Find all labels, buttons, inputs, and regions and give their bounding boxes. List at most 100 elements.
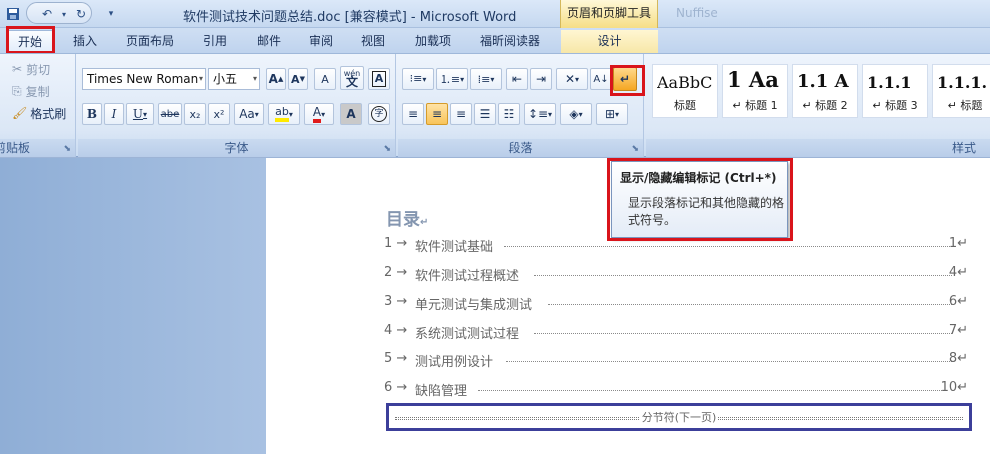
font-name-dropdown-icon[interactable]: ▾ xyxy=(199,69,203,89)
quick-access-buttons: ↶ ▾ ↻ ▾ xyxy=(4,3,120,25)
toc-entry[interactable]: 4 → 系统测试测试过程 7↵ xyxy=(384,323,968,343)
copy-button[interactable]: ⎘ 复制 xyxy=(12,80,72,102)
clipboard-label-text: 剪贴板 xyxy=(0,141,31,155)
character-border-button[interactable]: A xyxy=(368,68,390,90)
italic-button[interactable]: I xyxy=(104,103,124,125)
redo-icon[interactable]: ↻ xyxy=(72,5,90,23)
align-right-icon: ≡ xyxy=(455,107,467,121)
section-break-box[interactable]: 分节符(下一页) xyxy=(386,403,972,431)
font-size-value: 小五 xyxy=(213,72,238,86)
phonetic-guide-button[interactable]: wén 文 xyxy=(340,66,364,90)
clear-formatting-button[interactable]: A xyxy=(314,68,336,90)
tab-view[interactable]: 视图 xyxy=(350,30,396,53)
highlight-button[interactable]: ab ▾ xyxy=(268,103,300,125)
tab-review[interactable]: 审阅 xyxy=(298,30,344,53)
style-heading3-tile[interactable]: 1.1.1 ↵ 标题 3 xyxy=(862,64,928,118)
character-border-icon: A xyxy=(371,71,387,87)
tab-add-ins[interactable]: 加载项 xyxy=(404,30,462,53)
font-size-combo[interactable]: 小五 ▾ xyxy=(208,68,260,90)
align-center-button[interactable]: ≡ xyxy=(426,103,448,125)
shrink-font-button[interactable]: A ▼ xyxy=(288,68,308,90)
shading-button[interactable]: ◈ ▾ xyxy=(560,103,592,125)
style-sample: 1.1 A xyxy=(797,71,849,92)
distributed-icon: ☷ xyxy=(503,107,515,121)
ribbon-tab-row: 开始 插入 页面布局 引用 邮件 审阅 视图 加载项 福昕阅读器 设计 xyxy=(0,28,990,53)
numbering-button[interactable]: ⒈≡ ▾ xyxy=(436,68,468,90)
underline-button[interactable]: U ▾ xyxy=(126,103,154,125)
tab-design[interactable]: 设计 xyxy=(561,30,658,53)
style-heading1-tile[interactable]: 1 Aa ↵ 标题 1 xyxy=(722,64,788,118)
toc-leader xyxy=(478,390,944,391)
style-heading-tile[interactable]: 1.1.1. ↵ 标题 xyxy=(932,64,990,118)
chinese-layout-icon: ✕ xyxy=(564,72,576,86)
enclose-characters-button[interactable]: 字 xyxy=(368,103,390,125)
toc-leader xyxy=(506,361,952,362)
format-painter-button[interactable]: 🖌 格式刷 xyxy=(12,102,74,124)
tab-references[interactable]: 引用 xyxy=(192,30,238,53)
strikethrough-button[interactable]: abe xyxy=(158,103,182,125)
tab-foxit-reader[interactable]: 福昕阅读器 xyxy=(470,30,550,53)
tab-page-layout[interactable]: 页面布局 xyxy=(116,30,184,53)
change-case-icon: Aa xyxy=(239,107,255,121)
undo-icon[interactable]: ↶ xyxy=(38,5,56,23)
change-case-button[interactable]: Aa ▾ xyxy=(234,103,264,125)
copy-icon: ⎘ xyxy=(12,83,22,98)
align-left-button[interactable]: ≡ xyxy=(402,103,424,125)
borders-icon: ⊞ xyxy=(604,107,616,121)
font-launcher-icon[interactable]: ⬊ xyxy=(383,144,391,154)
section-break-label: 分节符(下一页) xyxy=(639,411,719,424)
style-title-tile[interactable]: AaBbC 标题 xyxy=(652,64,718,118)
paragraph-group-label: 段落 xyxy=(398,139,643,157)
toc-entry[interactable]: 5 → 测试用例设计 8↵ xyxy=(384,351,968,371)
tab-mailings[interactable]: 邮件 xyxy=(246,30,292,53)
character-shading-button[interactable]: A xyxy=(340,103,362,125)
distributed-button[interactable]: ☷ xyxy=(498,103,520,125)
clipboard-launcher-icon[interactable]: ⬊ xyxy=(63,144,71,154)
style-sample: 1 Aa xyxy=(727,67,779,92)
toc-entry-number: 6 → xyxy=(384,380,408,395)
contextual-tab-group-label: 页眉和页脚工具 xyxy=(566,6,651,20)
save-icon[interactable] xyxy=(4,5,22,23)
paragraph-launcher-icon[interactable]: ⬊ xyxy=(631,144,639,154)
toc-entry-text: 单元测试与集成测试 xyxy=(415,298,533,313)
subscript-button[interactable]: x₂ xyxy=(184,103,206,125)
sort-button[interactable]: A↓ xyxy=(590,68,612,90)
font-size-dropdown-icon[interactable]: ▾ xyxy=(253,69,257,89)
toc-entry[interactable]: 2 → 软件测试过程概述 4↵ xyxy=(384,265,968,285)
tooltip-highlight xyxy=(607,158,793,241)
cut-button[interactable]: ✂ 剪切 xyxy=(12,58,72,80)
toc-entry[interactable]: 3 → 单元测试与集成测试 6↵ xyxy=(384,294,968,314)
increase-indent-button[interactable]: ⇥ xyxy=(530,68,552,90)
chinese-layout-button[interactable]: ✕ ▾ xyxy=(556,68,588,90)
multilevel-list-button[interactable]: ⁞≡ ▾ xyxy=(470,68,502,90)
tab-insert[interactable]: 插入 xyxy=(62,30,108,53)
align-right-button[interactable]: ≡ xyxy=(450,103,472,125)
style-name: ↵ 标题 2 xyxy=(802,99,848,112)
left-margin-area xyxy=(0,158,266,454)
bullets-button[interactable]: ⁝≡ ▾ xyxy=(402,68,434,90)
toc-entry-page: 10↵ xyxy=(940,380,968,395)
font-color-button[interactable]: A ▾ xyxy=(304,103,334,125)
decrease-indent-button[interactable]: ⇤ xyxy=(506,68,528,90)
faded-title-text: Nuffise xyxy=(676,6,718,20)
highlight-icon: ab xyxy=(275,106,289,122)
font-name-value: Times New Roman xyxy=(87,72,199,86)
customize-qat-icon[interactable]: ▾ xyxy=(102,5,120,23)
superscript-button[interactable]: x² xyxy=(208,103,230,125)
paragraph-mark: ↵ xyxy=(420,217,429,228)
clear-formatting-icon: A xyxy=(321,72,329,86)
toc-entry[interactable]: 6 → 缺陷管理 10↵ xyxy=(384,380,968,400)
section-break-label-wrap: 分节符(下一页) xyxy=(389,409,969,425)
bold-icon: B xyxy=(86,107,98,121)
font-name-combo[interactable]: Times New Roman ▾ xyxy=(82,68,206,90)
line-spacing-button[interactable]: ↕≡ ▾ xyxy=(524,103,556,125)
style-heading2-tile[interactable]: 1.1 A ↵ 标题 2 xyxy=(792,64,858,118)
undo-dropdown-icon[interactable]: ▾ xyxy=(60,5,68,23)
subscript-icon: x₂ xyxy=(189,107,201,121)
paragraph-group: ⁝≡ ▾ ⒈≡ ▾ ⁞≡ ▾ ⇤ ⇥ ✕ ▾ A↓ ↵ ≡ ≡ ≡ ☰ ☷ ↕≡… xyxy=(398,54,644,157)
justify-button[interactable]: ☰ xyxy=(474,103,496,125)
superscript-icon: x² xyxy=(213,107,225,121)
borders-button[interactable]: ⊞ ▾ xyxy=(596,103,628,125)
bold-button[interactable]: B xyxy=(82,103,102,125)
grow-font-button[interactable]: A ▲ xyxy=(266,68,286,90)
